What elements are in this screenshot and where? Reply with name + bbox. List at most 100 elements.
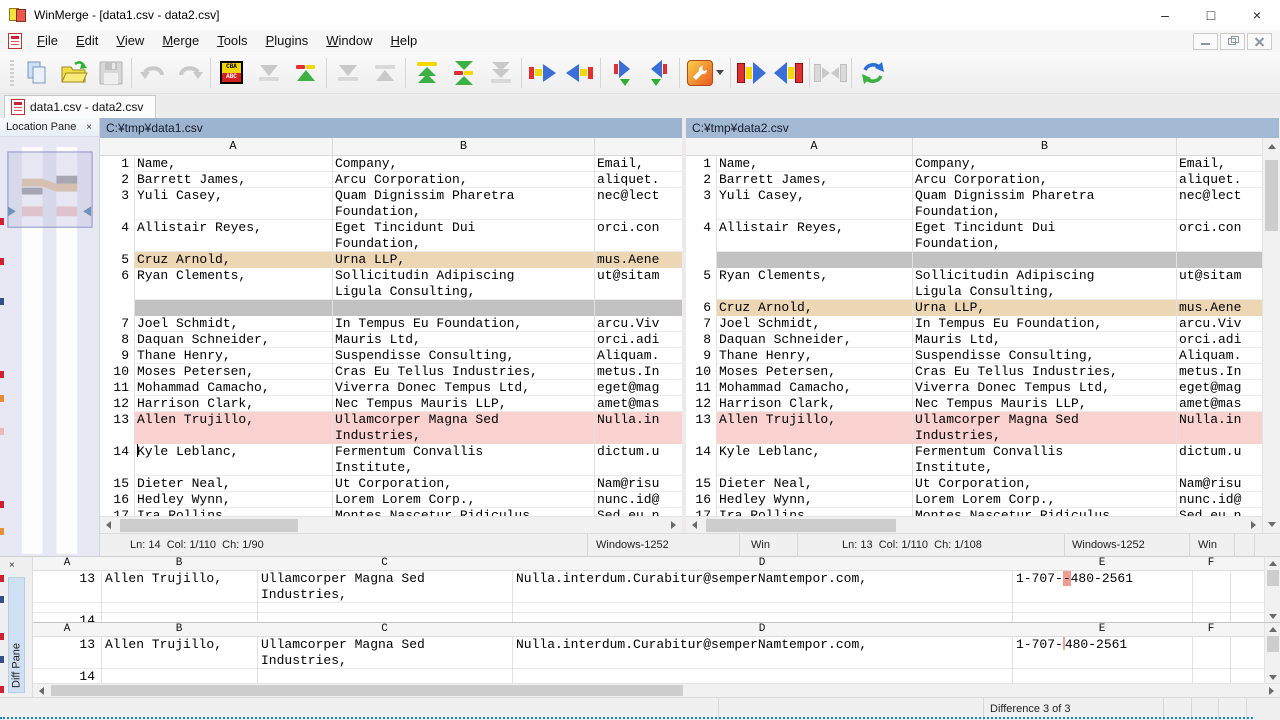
diff-row[interactable]: 13 Allen Trujillo, Ullamcorper Magna Sed In…: [33, 637, 1280, 670]
table-row[interactable]: [686, 252, 1262, 268]
table-row[interactable]: 17 Ira Rollins, Montes Nascetur Ridiculus S…: [100, 508, 682, 516]
table-row[interactable]: [100, 300, 682, 316]
menu-merge[interactable]: Merge: [153, 30, 208, 52]
table-row[interactable]: 4 Allistair Reyes, Eget Tincidunt Dui Found…: [686, 220, 1262, 252]
select-line-difference-button[interactable]: CBA ABC: [213, 54, 250, 91]
menu-window[interactable]: Window: [317, 30, 381, 52]
close-button[interactable]: ×: [1234, 0, 1280, 30]
right-horizontal-scrollbar[interactable]: [686, 516, 1262, 533]
table-row[interactable]: 4 Allistair Reyes, Eget Tincidunt Dui Found…: [100, 220, 682, 252]
vertical-scrollbar[interactable]: [1262, 138, 1279, 533]
col-header-a[interactable]: A: [716, 138, 912, 155]
left-editor-grid[interactable]: 1 Name, Company, Email, 2 Barrett James, Arcu …: [100, 156, 682, 516]
copy-all-right-button[interactable]: [733, 54, 770, 91]
table-row[interactable]: 6 Ryan Clements, Sollicitudin Adipiscing Li…: [100, 268, 682, 300]
open-button[interactable]: [55, 54, 92, 91]
copy-left-button[interactable]: [561, 54, 598, 91]
options-button[interactable]: [682, 54, 728, 91]
table-row[interactable]: 16 Hedley Wynn, Lorem Lorem Corp., nunc.id@: [686, 492, 1262, 508]
scrollbar-thumb[interactable]: [1265, 160, 1278, 231]
copy-all-left-button[interactable]: [770, 54, 807, 91]
diff-row[interactable]: 13 Allen Trujillo, Ullamcorper Magna Sed In…: [33, 571, 1280, 603]
table-row[interactable]: 13 Allen Trujillo, Ullamcorper Magna Sed In…: [100, 412, 682, 444]
diff-horizontal-scrollbar[interactable]: [33, 683, 1280, 697]
table-row[interactable]: 10 Moses Petersen, Cras Eu Tellus Industri…: [686, 364, 1262, 380]
table-row[interactable]: 3 Yuli Casey, Quam Dignissim Pharetra Found…: [100, 188, 682, 220]
table-row[interactable]: 9 Thane Henry, Suspendisse Consulting, Aliq…: [100, 348, 682, 364]
scrollbar-thumb[interactable]: [706, 518, 896, 532]
table-row[interactable]: 9 Thane Henry, Suspendisse Consulting, Aliq…: [686, 348, 1262, 364]
table-row[interactable]: 15 Dieter Neal, Ut Corporation, Nam@risu: [686, 476, 1262, 492]
minimize-button[interactable]: –: [1142, 0, 1188, 30]
col-header-b[interactable]: B: [912, 138, 1176, 155]
mdi-minimize-button[interactable]: [1193, 32, 1218, 50]
menu-file[interactable]: File: [28, 30, 67, 52]
table-row[interactable]: 6 Cruz Arnold, Urna LLP, mus.Aene: [686, 300, 1262, 316]
current-difference-button[interactable]: [445, 54, 482, 91]
table-row[interactable]: 1 Name, Company, Email,: [100, 156, 682, 172]
table-row[interactable]: 17 Ira Rollins, Montes Nascetur Ridiculus S…: [686, 508, 1262, 516]
table-row[interactable]: 5 Ryan Clements, Sollicitudin Adipiscing Li…: [686, 268, 1262, 300]
col-header-c[interactable]: [594, 138, 682, 155]
table-row[interactable]: 2 Barrett James, Arcu Corporation, aliquet.: [100, 172, 682, 188]
maximize-button[interactable]: □: [1188, 0, 1234, 30]
table-row[interactable]: 8 Daquan Schneider, Mauris Ltd, orci.adi: [686, 332, 1262, 348]
table-row[interactable]: 5 Cruz Arnold, Urna LLP, mus.Aene: [100, 252, 682, 268]
col-header-c[interactable]: [1176, 138, 1262, 155]
diff-pane-close-icon[interactable]: ×: [9, 560, 15, 571]
scrollbar-thumb[interactable]: [51, 684, 683, 696]
right-file-path-header[interactable]: C:¥tmp¥data2.csv: [686, 118, 1279, 138]
table-row[interactable]: 14 Kyle Leblanc, Fermentum Convallis Instit…: [686, 444, 1262, 476]
location-pane-close-icon[interactable]: ×: [83, 122, 95, 133]
cell-a: Allen Trujillo,: [134, 412, 332, 444]
table-row[interactable]: 12 Harrison Clark, Nec Tempus Mauris LLP, a…: [686, 396, 1262, 412]
new-button[interactable]: [18, 54, 55, 91]
diff-pane-title[interactable]: Diff Pane: [8, 577, 25, 693]
copy-right-and-advance-button[interactable]: [603, 54, 640, 91]
line-number: 2: [686, 172, 716, 188]
left-file-path-header[interactable]: C:¥tmp¥data1.csv: [100, 118, 682, 138]
menu-help[interactable]: Help: [381, 30, 426, 52]
refresh-button[interactable]: [854, 54, 891, 91]
cell-a: Mohammad Camacho,: [716, 380, 912, 396]
right-editor-grid[interactable]: 1 Name, Company, Email, 2 Barrett James, Arcu …: [686, 156, 1262, 516]
options-dropdown-caret[interactable]: [715, 70, 724, 75]
scrollbar-thumb[interactable]: [1267, 570, 1279, 586]
location-map[interactable]: [0, 137, 99, 556]
table-row[interactable]: 12 Harrison Clark, Nec Tempus Mauris LLP, a…: [100, 396, 682, 412]
diff-top-vscrollbar[interactable]: [1264, 557, 1280, 623]
copy-right-button[interactable]: [524, 54, 561, 91]
table-row[interactable]: 2 Barrett James, Arcu Corporation, aliquet.: [686, 172, 1262, 188]
table-row[interactable]: 13 Allen Trujillo, Ullamcorper Magna Sed In…: [686, 412, 1262, 444]
col-header-a[interactable]: A: [134, 138, 332, 155]
previous-difference-button[interactable]: [287, 54, 324, 91]
mdi-close-button[interactable]: [1247, 32, 1272, 50]
table-row[interactable]: 11 Mohammad Camacho, Viverra Donec Tempus …: [100, 380, 682, 396]
table-row[interactable]: 8 Daquan Schneider, Mauris Ltd, orci.adi: [100, 332, 682, 348]
table-row[interactable]: 7 Joel Schmidt, In Tempus Eu Foundation, ar…: [686, 316, 1262, 332]
table-row[interactable]: 1 Name, Company, Email,: [686, 156, 1262, 172]
table-row[interactable]: 14 Kyle Leblanc, Fermentum Convallis Instit…: [100, 444, 682, 476]
table-row[interactable]: 7 Joel Schmidt, In Tempus Eu Foundation, ar…: [100, 316, 682, 332]
menu-tools[interactable]: Tools: [208, 30, 256, 52]
table-row[interactable]: 15 Dieter Neal, Ut Corporation, Nam@risu: [100, 476, 682, 492]
mdi-controls: [1193, 32, 1272, 50]
tab-data1-data2[interactable]: data1.csv - data2.csv: [4, 95, 157, 118]
table-row[interactable]: 11 Mohammad Camacho, Viverra Donec Tempus …: [686, 380, 1262, 396]
table-row[interactable]: 16 Hedley Wynn, Lorem Lorem Corp., nunc.id@: [100, 492, 682, 508]
menu-edit[interactable]: Edit: [67, 30, 107, 52]
table-row[interactable]: 10 Moses Petersen, Cras Eu Tellus Industri…: [100, 364, 682, 380]
diff-col-header: E: [1098, 557, 1106, 569]
menu-plugins[interactable]: Plugins: [257, 30, 318, 52]
left-horizontal-scrollbar[interactable]: [100, 516, 682, 533]
diff-bottom-vscrollbar[interactable]: [1264, 623, 1280, 683]
scrollbar-thumb[interactable]: [120, 518, 298, 532]
mdi-restore-button[interactable]: [1220, 32, 1245, 50]
scrollbar-thumb[interactable]: [1267, 636, 1279, 653]
first-difference-button[interactable]: [408, 54, 445, 91]
table-row[interactable]: 3 Yuli Casey, Quam Dignissim Pharetra Found…: [686, 188, 1262, 220]
cell-a: [716, 252, 912, 268]
menu-view[interactable]: View: [107, 30, 153, 52]
col-header-b[interactable]: B: [332, 138, 594, 155]
copy-left-and-advance-button[interactable]: [640, 54, 677, 91]
